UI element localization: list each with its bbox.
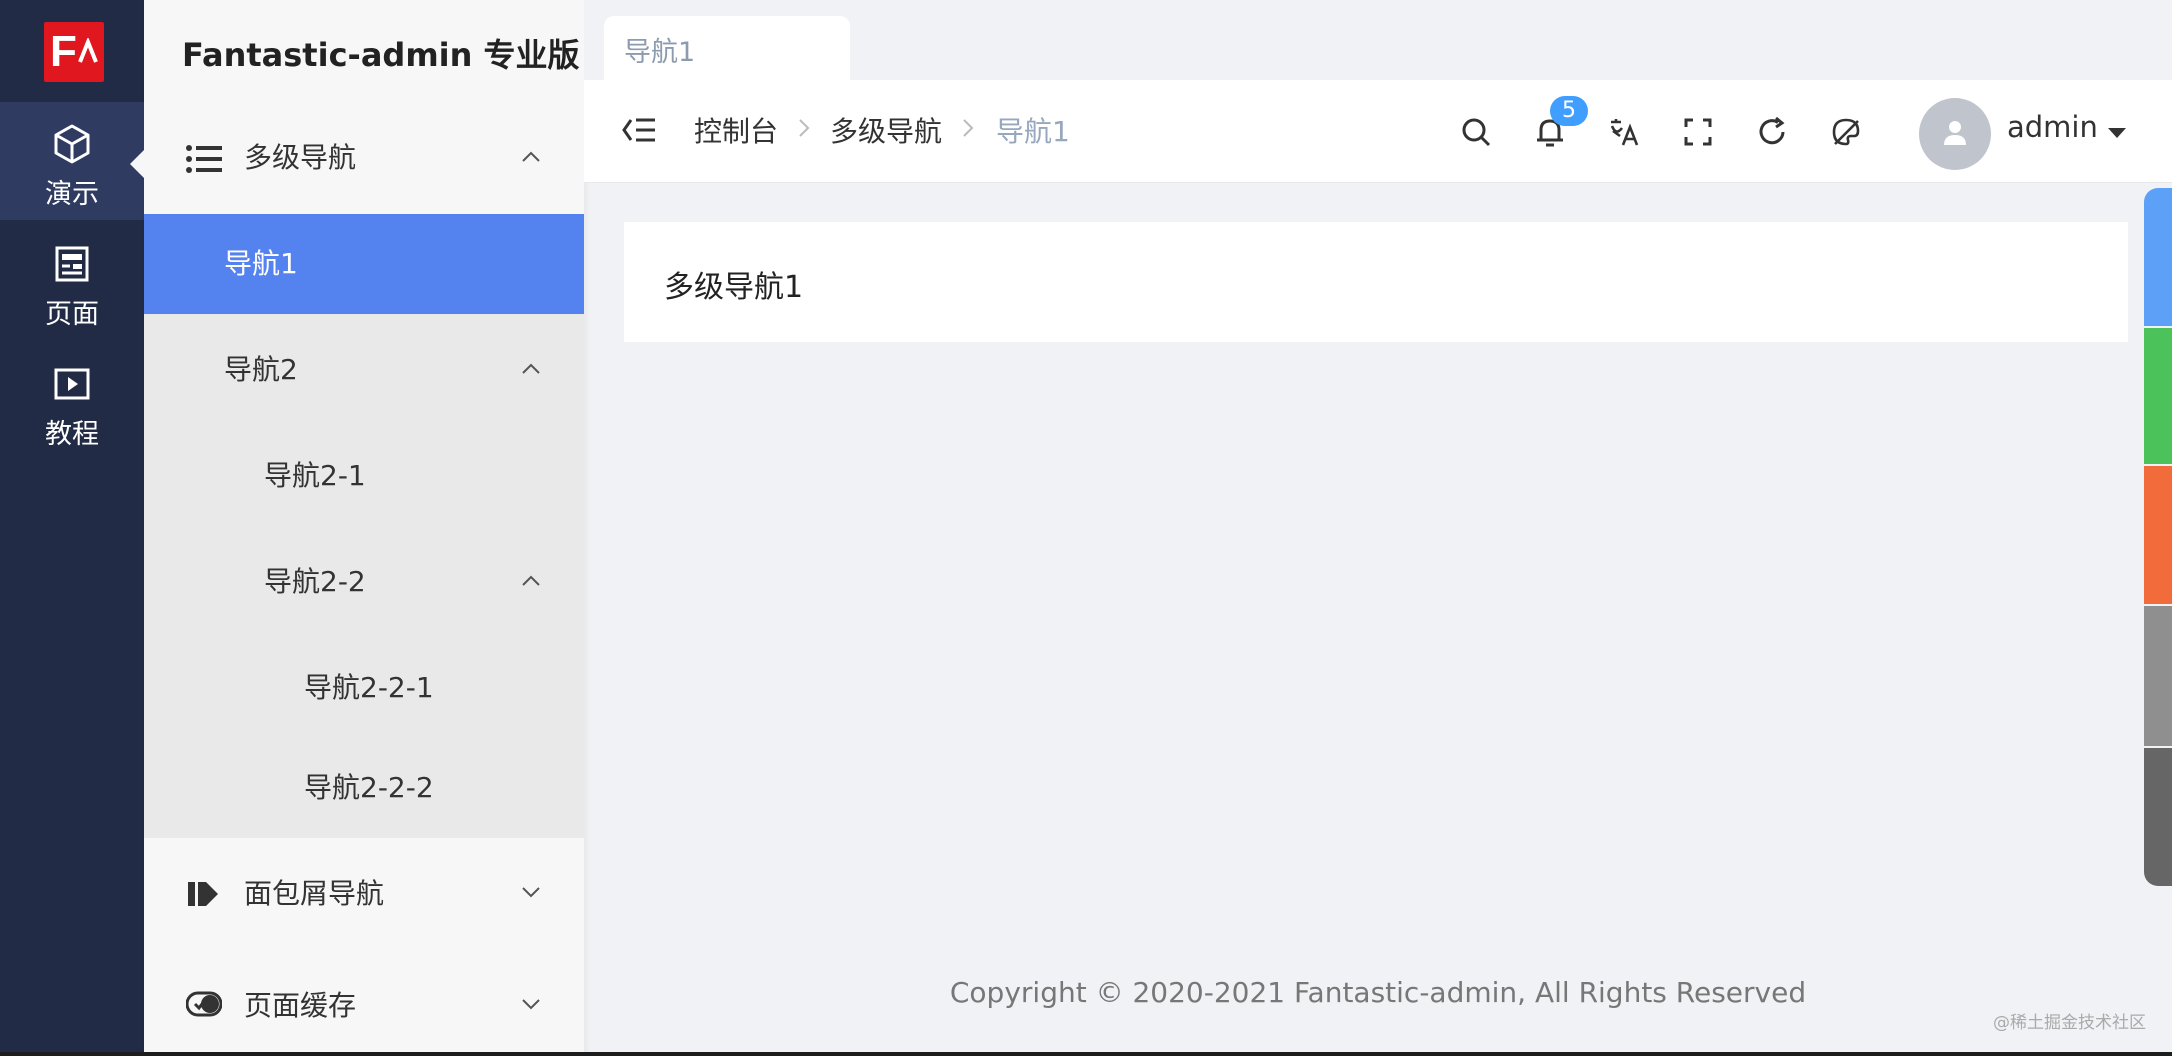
theme-color-green[interactable] xyxy=(2144,328,2172,464)
menu-item-nav1[interactable]: 导航1 xyxy=(144,214,584,314)
tab-label: 导航1 xyxy=(624,37,696,68)
window-bottom-edge xyxy=(0,1052,2172,1056)
top-toolbar: 控制台 多级导航 导航1 5 admin xyxy=(584,80,2172,183)
refresh-icon[interactable] xyxy=(1756,116,1788,148)
main-nav-label: 页面 xyxy=(45,299,99,330)
fullscreen-icon[interactable] xyxy=(1682,116,1714,148)
breadcrumb-item[interactable]: 控制台 xyxy=(694,110,778,150)
main-sidebar: F 演示 页面 教程 xyxy=(0,0,146,1056)
tab-nav1[interactable]: 导航1 xyxy=(604,16,850,80)
theme-icon[interactable] xyxy=(1830,116,1862,148)
main-nav-label: 演示 xyxy=(45,179,99,210)
app-title: Fantastic-admin 专业版 xyxy=(182,36,580,74)
page-heading: 多级导航1 xyxy=(664,270,804,305)
footer-copyright: Copyright © 2020-2021 Fantastic-admin, A… xyxy=(949,976,1807,1009)
menu-item-nav2-2[interactable]: 导航2-2 xyxy=(144,532,584,632)
breadcrumb-icon xyxy=(188,882,218,906)
watermark: @稀土掘金技术社区 xyxy=(1993,1013,2146,1033)
menu-item-label: 导航2-1 xyxy=(264,459,366,492)
menu-group-cache[interactable]: 页面缓存 xyxy=(144,956,584,1056)
menu-group-label: 面包屑导航 xyxy=(244,877,385,910)
breadcrumb-current: 导航1 xyxy=(996,115,1070,148)
menu-group-breadcrumb[interactable]: 面包屑导航 xyxy=(144,844,584,944)
user-icon xyxy=(1944,121,1966,145)
translate-icon[interactable] xyxy=(1608,116,1640,148)
main-nav-tutorial[interactable]: 教程 xyxy=(0,342,144,460)
sub-sidebar: Fantastic-admin 专业版 多级导航 导航1 导航2 导航2-1 导… xyxy=(144,0,584,1056)
main-nav-label: 教程 xyxy=(45,419,99,450)
menu-item-nav2-2-1[interactable]: 导航2-2-1 xyxy=(144,638,584,738)
menu-item-nav2-1[interactable]: 导航2-1 xyxy=(144,426,584,526)
main-nav-demo[interactable]: 演示 xyxy=(0,102,144,220)
app-logo[interactable]: F xyxy=(44,22,104,82)
menu-group-multilevel[interactable]: 多级导航 xyxy=(144,108,584,208)
breadcrumb-separator-icon xyxy=(799,119,810,137)
logo-letter: F xyxy=(50,27,77,76)
menu-item-label: 导航2 xyxy=(224,353,298,386)
chevron-up-icon xyxy=(522,575,540,586)
theme-color-orange[interactable] xyxy=(2144,466,2172,604)
cube-icon xyxy=(54,124,90,164)
theme-color-dark-gray[interactable] xyxy=(2144,748,2172,886)
cache-icon xyxy=(186,991,222,1017)
content-card: 多级导航1 xyxy=(624,222,2128,342)
username[interactable]: admin xyxy=(2007,110,2098,144)
menu-item-label: 导航1 xyxy=(224,247,298,280)
chevron-up-icon xyxy=(522,363,540,374)
search-icon[interactable] xyxy=(1460,116,1492,148)
breadcrumb-item[interactable]: 多级导航 xyxy=(830,110,942,150)
sidebar-collapse-icon[interactable] xyxy=(622,116,656,144)
menu-group-label: 页面缓存 xyxy=(244,989,357,1022)
page-icon xyxy=(55,246,89,282)
main-nav-active-indicator xyxy=(130,150,144,178)
user-dropdown-caret-icon[interactable] xyxy=(2108,128,2126,138)
menu-item-nav2[interactable]: 导航2 xyxy=(144,320,584,420)
chevron-down-icon xyxy=(522,887,540,898)
notification-badge: 5 xyxy=(1550,96,1588,126)
menu-item-label: 导航2-2-1 xyxy=(304,671,434,704)
main-nav-page[interactable]: 页面 xyxy=(0,222,144,340)
avatar[interactable] xyxy=(1919,98,1991,170)
theme-color-blue[interactable] xyxy=(2144,188,2172,326)
play-icon xyxy=(54,368,90,400)
tab-bar: 导航1 xyxy=(584,0,2172,80)
menu-item-nav2-2-2[interactable]: 导航2-2-2 xyxy=(144,738,584,838)
chevron-down-icon xyxy=(522,999,540,1010)
menu-item-label: 导航2-2 xyxy=(264,565,366,598)
list-icon xyxy=(186,145,222,173)
breadcrumb-separator-icon xyxy=(963,119,974,137)
chevron-up-icon xyxy=(522,151,540,162)
menu-item-label: 导航2-2-2 xyxy=(304,771,434,804)
menu-group-label: 多级导航 xyxy=(244,141,357,174)
logo-lambda-icon xyxy=(78,38,98,63)
theme-color-gray[interactable] xyxy=(2144,606,2172,746)
